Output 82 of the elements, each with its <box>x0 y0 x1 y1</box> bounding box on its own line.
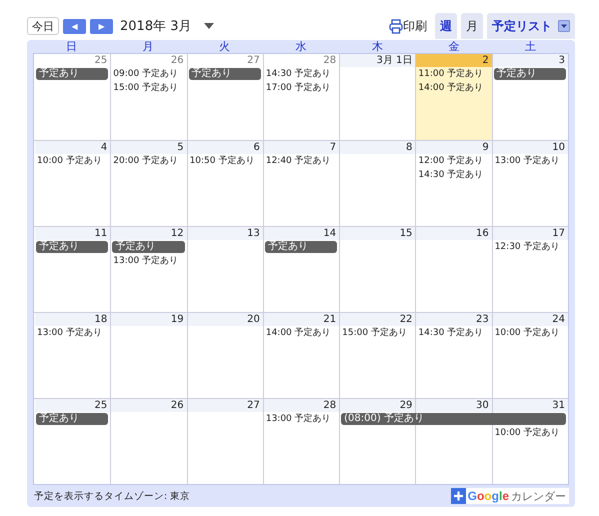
next-button[interactable]: ▶ <box>90 18 113 34</box>
view-tab[interactable]: 月 <box>461 13 483 39</box>
event-bar[interactable]: (08:00) 予定あり <box>341 413 566 425</box>
event-bar[interactable]: 予定あり <box>36 413 108 425</box>
event-entry[interactable]: 09:00 予定あり <box>110 67 187 81</box>
date-number[interactable]: 4 <box>35 141 110 154</box>
date-number[interactable]: 14 <box>264 227 340 240</box>
date-number[interactable]: 28 <box>264 399 340 412</box>
date-number[interactable]: 20 <box>188 313 263 326</box>
month-label: 2018年 3月 <box>120 18 192 35</box>
print-link[interactable]: 印刷 <box>389 18 427 34</box>
event-entry[interactable]: 13:00 予定あり <box>262 412 340 426</box>
date-number[interactable]: 29 <box>340 399 416 412</box>
date-number[interactable]: 5 <box>111 141 187 154</box>
date-number[interactable]: 24 <box>492 313 568 326</box>
today-button[interactable]: 今日 <box>27 17 59 35</box>
date-number[interactable]: 25 <box>35 399 110 412</box>
caret-icon[interactable] <box>204 23 214 29</box>
event-bar[interactable]: 予定あり <box>264 241 338 253</box>
weekday-label: 木 <box>371 40 384 53</box>
date-number[interactable]: 30 <box>416 399 492 412</box>
view-tab[interactable]: 週 <box>435 13 457 39</box>
date-number[interactable]: 21 <box>264 313 340 326</box>
plus-icon <box>450 488 466 504</box>
date-number[interactable]: 16 <box>416 227 492 240</box>
printer-icon <box>389 18 403 34</box>
weekday-label: 火 <box>218 40 231 53</box>
event-entry[interactable]: 10:00 予定あり <box>492 426 568 440</box>
date-number[interactable]: 12 <box>111 227 187 240</box>
date-number[interactable]: 22 <box>340 313 416 326</box>
weekday-label: 日 <box>64 40 78 53</box>
date-number[interactable]: 15 <box>340 227 416 240</box>
event-entry[interactable]: 14:30 予定あり <box>415 326 492 340</box>
event-bar[interactable]: 予定あり <box>494 68 566 80</box>
date-number[interactable]: 7 <box>264 141 340 154</box>
date-number[interactable]: 17 <box>492 227 568 240</box>
event-entry[interactable]: 13:00 予定あり <box>110 254 187 268</box>
event-entry[interactable]: 11:00 予定あり <box>415 67 492 81</box>
date-number[interactable]: 9 <box>416 141 492 154</box>
date-number[interactable]: 31 <box>492 399 568 412</box>
dropdown-icon[interactable] <box>558 20 570 32</box>
date-number[interactable]: 3月 1日 <box>340 54 416 67</box>
weekday-label: 土 <box>524 40 538 53</box>
event-bar[interactable]: 予定あり <box>188 68 261 80</box>
event-entry[interactable]: 14:00 予定あり <box>262 326 340 340</box>
event-entry[interactable]: 13:00 予定あり <box>492 154 568 168</box>
event-entry[interactable]: 10:00 予定あり <box>492 326 568 340</box>
weekday-label: 水 <box>294 40 308 53</box>
view-tab[interactable]: 予定リスト <box>487 13 575 39</box>
date-number[interactable]: 11 <box>35 227 110 240</box>
event-entry[interactable]: 10:50 予定あり <box>186 154 263 168</box>
date-number[interactable]: 27 <box>188 399 263 412</box>
event-entry[interactable]: 14:30 予定あり <box>415 168 492 182</box>
event-entry[interactable]: 14:30 予定あり <box>262 67 340 81</box>
event-entry[interactable]: 12:30 予定あり <box>492 240 568 254</box>
event-entry[interactable]: 17:00 予定あり <box>262 81 340 95</box>
event-entry[interactable]: 15:00 予定あり <box>339 326 416 340</box>
date-number[interactable]: 19 <box>111 313 187 326</box>
weekday-label: 月 <box>141 40 154 53</box>
event-entry[interactable]: 13:00 予定あり <box>34 326 110 340</box>
date-number[interactable]: 10 <box>492 141 568 154</box>
add-to-calendar-button[interactable]: Google カレンダー <box>450 488 569 504</box>
event-entry[interactable]: 15:00 予定あり <box>110 81 187 95</box>
previous-button[interactable]: ◀ <box>63 18 86 34</box>
event-bar[interactable]: 予定あり <box>36 241 108 253</box>
date-number[interactable]: 23 <box>416 313 492 326</box>
date-number[interactable]: 26 <box>111 399 187 412</box>
event-bar[interactable]: 予定あり <box>36 68 108 80</box>
event-entry[interactable]: 12:40 予定あり <box>262 154 340 168</box>
timezone-note: 予定を表示するタイムゾーン: 東京 <box>33 490 190 502</box>
date-number[interactable]: 6 <box>188 141 263 154</box>
date-number[interactable]: 18 <box>35 313 110 326</box>
event-entry[interactable]: 14:00 予定あり <box>415 81 492 95</box>
date-number[interactable]: 8 <box>340 141 416 154</box>
event-entry[interactable]: 20:00 予定あり <box>110 154 187 168</box>
date-number[interactable]: 3 <box>492 54 568 67</box>
event-bar[interactable]: 予定あり <box>112 241 185 253</box>
weekday-label: 金 <box>448 40 461 53</box>
date-number[interactable]: 2 <box>416 54 492 67</box>
date-number[interactable]: 13 <box>188 227 263 240</box>
event-entry[interactable]: 10:00 予定あり <box>34 154 110 168</box>
event-entry[interactable]: 12:00 予定あり <box>415 154 492 168</box>
